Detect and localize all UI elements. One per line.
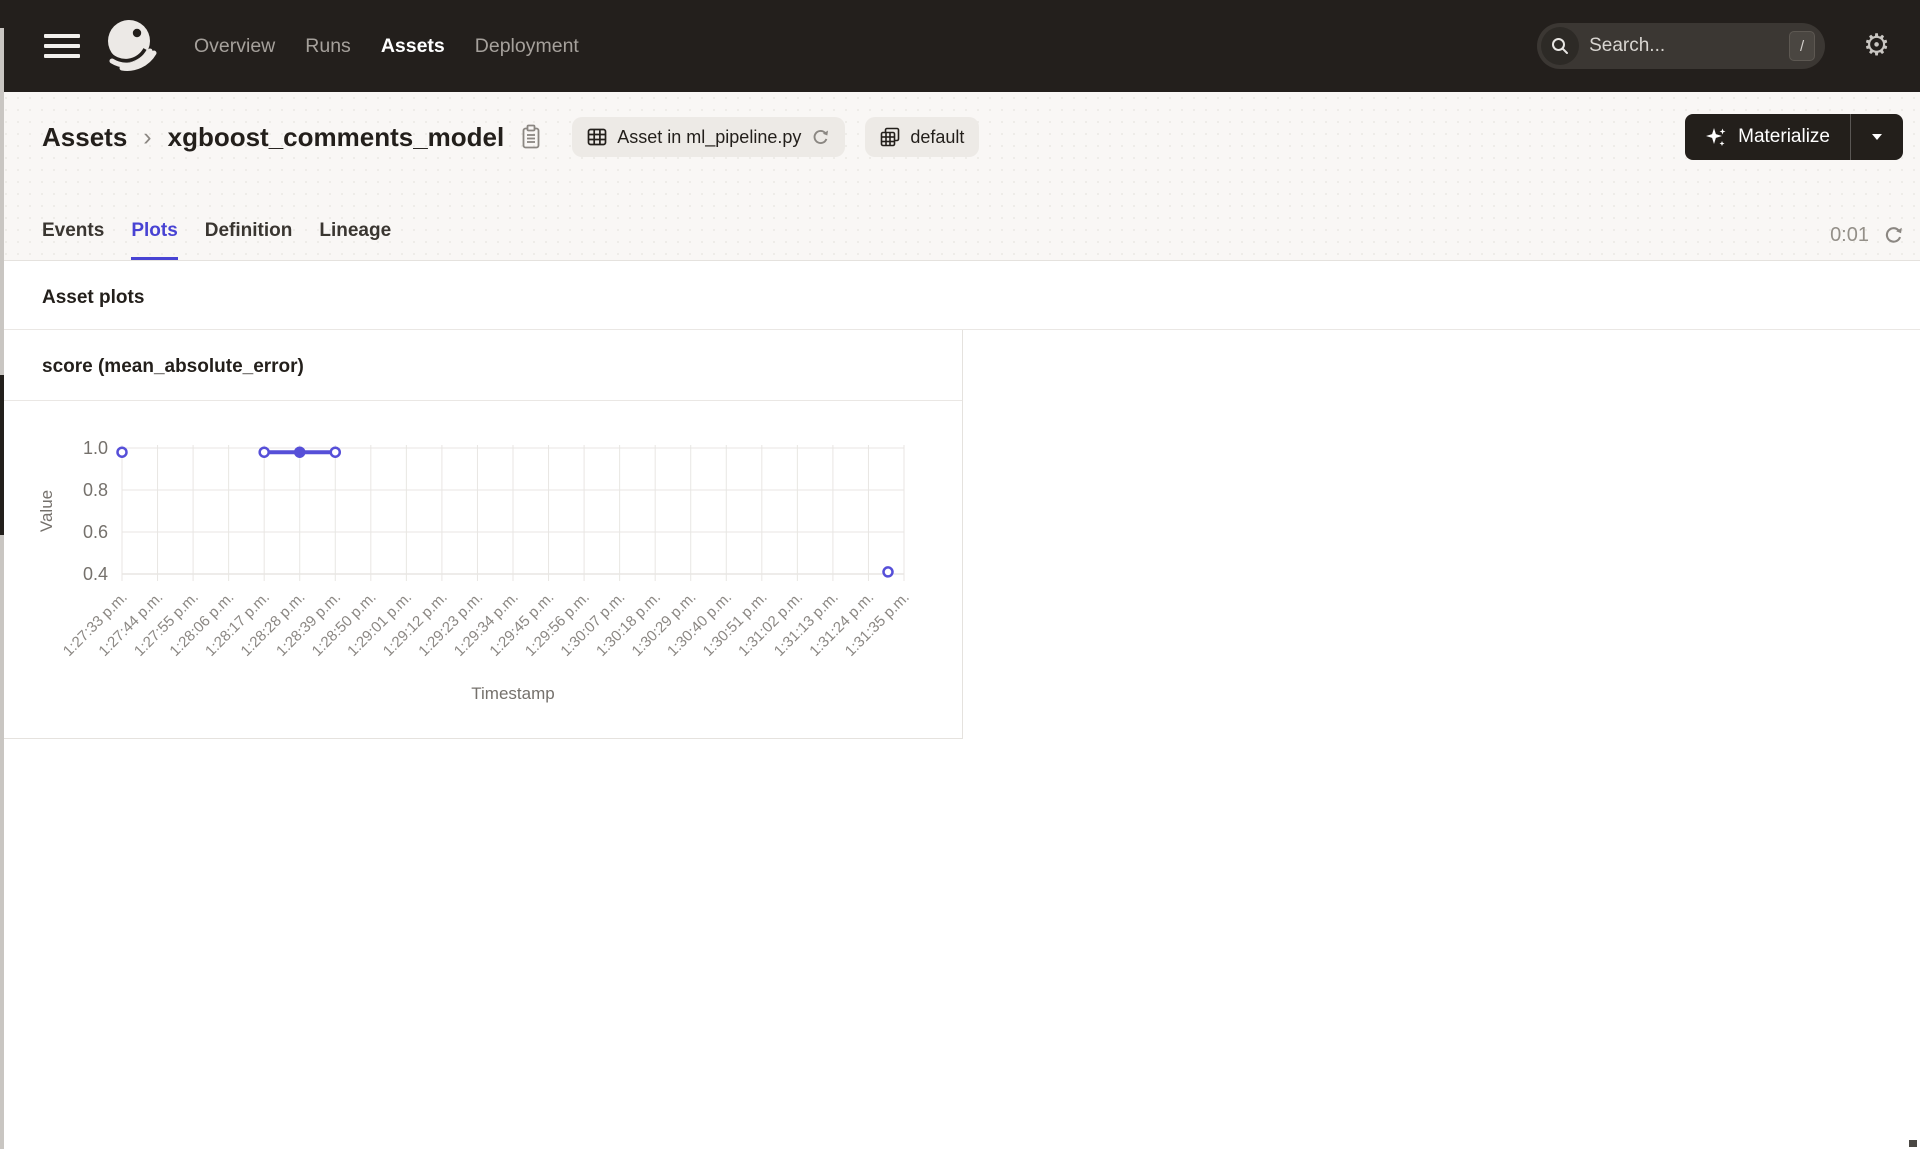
chevron-down-icon: [1872, 134, 1882, 140]
refresh-icon[interactable]: [1883, 225, 1904, 246]
svg-text:Timestamp: Timestamp: [471, 684, 554, 703]
timer-value: 0:01: [1830, 224, 1869, 246]
materialize-dropdown-button[interactable]: [1851, 114, 1903, 160]
asset-group-icon: [881, 127, 900, 147]
sparkles-icon: [1706, 128, 1726, 146]
nav-item-assets[interactable]: Assets: [381, 35, 445, 58]
window-edge-strip: [0, 28, 4, 1149]
group-label: default: [910, 126, 965, 147]
page-header: Assets › xgboost_comments_model Asset in…: [0, 92, 1920, 261]
page-title: xgboost_comments_model: [167, 121, 505, 152]
nav-item-runs[interactable]: Runs: [305, 35, 351, 58]
code-location-label: Asset in ml_pipeline.py: [617, 126, 802, 147]
line-chart[interactable]: 1.00.80.60.41:27:33 p.m.1:27:44 p.m.1:27…: [36, 415, 956, 715]
refresh-timer: 0:01: [1830, 224, 1904, 260]
window-edge-strip-dark: [0, 375, 4, 535]
search-icon: [1541, 27, 1580, 65]
breadcrumb-separator: ›: [143, 122, 152, 151]
materialize-button-group: Materialize: [1685, 114, 1903, 160]
materialize-button[interactable]: Materialize: [1685, 114, 1850, 160]
hamburger-icon[interactable]: [44, 34, 80, 58]
tab-events[interactable]: Events: [42, 220, 104, 260]
search-box[interactable]: /: [1537, 23, 1826, 69]
plot-title: score (mean_absolute_error): [0, 330, 962, 401]
tab-definition[interactable]: Definition: [205, 220, 293, 260]
plot-card: score (mean_absolute_error) 1.0 0.8 0.6 0.4…: [0, 330, 963, 739]
tab-plots[interactable]: Plots: [131, 220, 178, 260]
tab-lineage[interactable]: Lineage: [319, 220, 391, 260]
code-location-badge[interactable]: Asset in ml_pipeline.py: [572, 117, 846, 157]
copy-icon[interactable]: [520, 124, 542, 150]
plot-area: 1.0 0.8 0.6 0.4 1:27:33 p.m. 1:27:44 p.m. 1:27…: [0, 401, 962, 738]
breadcrumb-assets-link[interactable]: Assets: [42, 122, 127, 153]
nav-item-overview[interactable]: Overview: [194, 35, 275, 58]
reload-icon[interactable]: [811, 128, 830, 147]
svg-text:0.4: 0.4: [83, 564, 108, 584]
gear-icon[interactable]: ⚙: [1863, 31, 1890, 61]
materialize-label: Materialize: [1738, 126, 1830, 147]
table-icon: [587, 128, 607, 146]
resize-corner-mark: [1909, 1140, 1917, 1147]
top-nav: Overview Runs Assets Deployment / ⚙: [0, 0, 1920, 92]
svg-text:1.0: 1.0: [83, 438, 108, 458]
dagster-logo-icon[interactable]: [100, 15, 162, 77]
svg-text:Value: Value: [37, 490, 56, 532]
tab-bar: Events Plots Definition Lineage 0:01: [0, 220, 1920, 260]
nav-menu: Overview Runs Assets Deployment: [194, 35, 579, 58]
svg-text:0.8: 0.8: [83, 480, 108, 500]
search-input[interactable]: [1589, 35, 1745, 57]
section-title: Asset plots: [0, 261, 1920, 330]
group-badge[interactable]: default: [865, 117, 980, 157]
breadcrumb: Assets › xgboost_comments_model Asset in…: [42, 114, 1920, 160]
search-shortcut-key: /: [1789, 31, 1816, 61]
svg-text:0.6: 0.6: [83, 522, 108, 542]
nav-item-deployment[interactable]: Deployment: [475, 35, 579, 58]
